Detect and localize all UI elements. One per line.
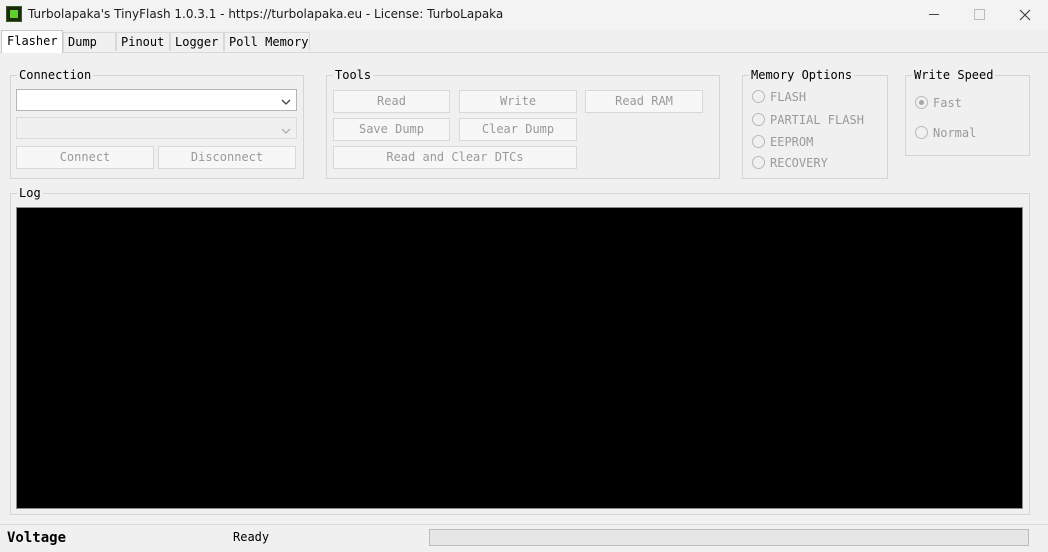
radio-icon bbox=[752, 90, 765, 103]
save-dump-button[interactable]: Save Dump bbox=[333, 118, 450, 141]
connection-legend: Connection bbox=[17, 68, 94, 82]
radio-icon bbox=[915, 126, 928, 139]
write-speed-normal[interactable]: Normal bbox=[915, 126, 976, 140]
voltage-label: Voltage bbox=[7, 530, 67, 546]
memory-option-flash[interactable]: FLASH bbox=[752, 90, 806, 104]
tools-legend: Tools bbox=[333, 68, 374, 82]
memory-option-recovery[interactable]: RECOVERY bbox=[752, 156, 828, 170]
device-select[interactable] bbox=[16, 117, 297, 139]
read-ram-button[interactable]: Read RAM bbox=[585, 90, 703, 113]
app-icon bbox=[6, 6, 22, 22]
radio-icon bbox=[752, 113, 765, 126]
write-speed-group: Write Speed bbox=[905, 68, 1030, 156]
memory-options-legend: Memory Options bbox=[749, 68, 855, 82]
tab-logger[interactable]: Logger bbox=[170, 32, 224, 51]
status-text: Ready bbox=[233, 530, 270, 544]
memory-option-partial-flash[interactable]: PARTIAL FLASH bbox=[752, 113, 864, 127]
maximize-button[interactable] bbox=[956, 0, 1002, 30]
disconnect-button[interactable]: Disconnect bbox=[158, 146, 296, 169]
window-title: Turbolapaka's TinyFlash 1.0.3.1 - https:… bbox=[28, 7, 504, 21]
log-output[interactable] bbox=[16, 207, 1023, 509]
minimize-button[interactable] bbox=[910, 0, 956, 30]
write-button[interactable]: Write bbox=[459, 90, 577, 113]
chevron-down-icon bbox=[281, 124, 291, 138]
progress-bar bbox=[429, 529, 1029, 546]
clear-dump-button[interactable]: Clear Dump bbox=[459, 118, 577, 141]
status-bar: Voltage Ready bbox=[0, 524, 1048, 552]
tab-flasher[interactable]: Flasher bbox=[1, 30, 63, 53]
write-speed-fast[interactable]: Fast bbox=[915, 96, 962, 110]
close-icon bbox=[1019, 9, 1031, 21]
chevron-down-icon bbox=[281, 95, 291, 109]
radio-icon bbox=[752, 135, 765, 148]
port-select[interactable] bbox=[16, 89, 297, 111]
read-clear-dtcs-button[interactable]: Read and Clear DTCs bbox=[333, 146, 577, 169]
title-bar: Turbolapaka's TinyFlash 1.0.3.1 - https:… bbox=[0, 0, 1048, 30]
tab-bar: Flasher Dump Pinout Logger Poll Memory bbox=[0, 30, 1048, 53]
radio-selected-icon bbox=[915, 96, 928, 109]
connect-button[interactable]: Connect bbox=[16, 146, 154, 169]
tab-dump[interactable]: Dump bbox=[63, 32, 116, 51]
memory-option-eeprom[interactable]: EEPROM bbox=[752, 135, 813, 149]
log-legend: Log bbox=[17, 186, 43, 200]
radio-icon bbox=[752, 156, 765, 169]
close-button[interactable] bbox=[1002, 0, 1048, 30]
write-speed-legend: Write Speed bbox=[912, 68, 996, 82]
tab-poll-memory[interactable]: Poll Memory bbox=[224, 32, 310, 51]
tab-pinout[interactable]: Pinout bbox=[116, 32, 170, 51]
read-button[interactable]: Read bbox=[333, 90, 450, 113]
